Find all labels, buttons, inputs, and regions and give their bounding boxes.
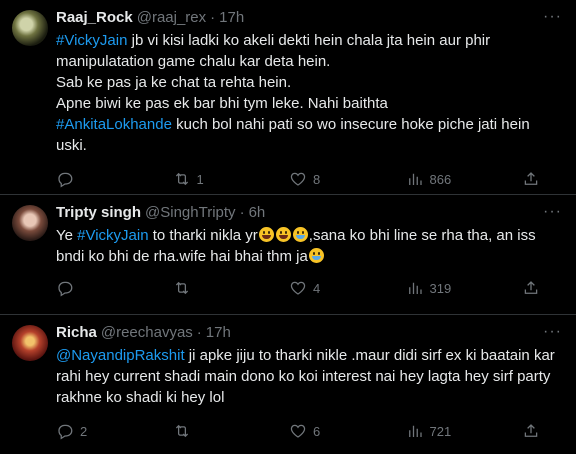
avatar[interactable]	[12, 205, 48, 241]
retweet-icon	[175, 424, 188, 438]
views-icon	[408, 425, 422, 437]
tweet-actions: 4 319	[56, 279, 542, 297]
timestamp[interactable]: 17h	[206, 323, 231, 343]
display-name[interactable]: Tripty singh	[56, 203, 141, 223]
like-count: 6	[313, 423, 321, 439]
separator-dot: ·	[210, 9, 216, 26]
like-button[interactable]: 6	[289, 422, 349, 440]
tweet-header: Richa @reechavyas · 17h	[56, 323, 564, 343]
tweet-feed: Raaj_Rock @raaj_rex · 17h #VickyJain jb …	[0, 0, 576, 454]
heart-icon	[290, 281, 306, 295]
user-handle[interactable]: @reechavyas	[101, 323, 193, 343]
hashtag-link[interactable]: #VickyJain	[77, 227, 148, 244]
reply-icon	[58, 172, 73, 188]
reply-icon	[58, 424, 73, 440]
share-icon	[524, 281, 538, 294]
hashtag-link[interactable]: #VickyJain	[56, 32, 127, 49]
tweet-line: #AnkitaLokhande kuch bol nahi pati so wo…	[56, 114, 564, 156]
retweet-button[interactable]	[173, 279, 233, 297]
reply-count: 2	[80, 423, 88, 439]
view-count: 319	[429, 280, 452, 296]
tweet-line: @NayandipRakshit ji apke jiju to tharki …	[56, 345, 564, 408]
tweet[interactable]: Richa @reechavyas · 17h @NayandipRakshit…	[0, 315, 576, 454]
share-button[interactable]	[522, 422, 542, 440]
view-count: 866	[429, 171, 452, 187]
tweet-actions: 1 8 866	[56, 170, 542, 188]
more-icon[interactable]: ···	[543, 9, 562, 25]
laughing-tears-emoji-icon	[308, 248, 324, 263]
tweet-header: Tripty singh @SinghTripty · 6h	[56, 203, 564, 223]
like-button[interactable]: 4	[289, 279, 349, 297]
tweet-content: Richa @reechavyas · 17h @NayandipRakshit…	[56, 323, 564, 454]
tweet-line: Ye #VickyJain to tharki nikla yr ,sana ko…	[56, 225, 564, 267]
tweet-text: Ye #VickyJain to tharki nikla yr ,sana ko…	[56, 225, 564, 267]
share-icon	[524, 172, 538, 185]
tweet-content: Tripty singh @SinghTripty · 6h Ye #Vicky…	[56, 203, 564, 314]
tweet-line: Apne biwi ke pas ek bar bhi tym leke. Na…	[56, 95, 388, 112]
reply-button[interactable]: 2	[56, 422, 116, 440]
retweet-icon	[175, 281, 188, 295]
separator-dot: ·	[239, 204, 245, 221]
separator-dot: ·	[196, 324, 202, 341]
timestamp[interactable]: 6h	[249, 203, 266, 223]
tweet[interactable]: Raaj_Rock @raaj_rex · 17h #VickyJain jb …	[0, 0, 576, 195]
tweet-line: #VickyJain jb vi kisi ladki ko akeli dek…	[56, 30, 564, 72]
avatar[interactable]	[12, 10, 48, 46]
retweet-button[interactable]	[173, 422, 233, 440]
views-icon	[408, 282, 422, 294]
more-icon[interactable]: ···	[543, 324, 562, 340]
hashtag-link[interactable]: #AnkitaLokhande	[56, 116, 172, 133]
mention-link[interactable]: @NayandipRakshit	[56, 347, 185, 364]
reply-icon	[58, 281, 73, 297]
reply-button[interactable]	[56, 279, 116, 297]
reply-button[interactable]	[56, 170, 116, 188]
timestamp[interactable]: 17h	[219, 8, 244, 28]
like-count: 4	[313, 280, 321, 296]
share-icon	[524, 424, 538, 437]
heart-icon	[290, 172, 306, 186]
heart-icon	[290, 424, 306, 438]
view-count: 721	[429, 423, 452, 439]
tweet-text: @NayandipRakshit ji apke jiju to tharki …	[56, 345, 564, 408]
tweet-text: #VickyJain jb vi kisi ladki ko akeli dek…	[56, 30, 564, 156]
tweet-header: Raaj_Rock @raaj_rex · 17h	[56, 8, 564, 28]
user-handle[interactable]: @raaj_rex	[137, 8, 206, 28]
like-button[interactable]: 8	[289, 170, 349, 188]
avatar[interactable]	[12, 325, 48, 361]
laughing-tears-emoji-icon	[292, 227, 308, 242]
display-name[interactable]: Raaj_Rock	[56, 8, 133, 28]
tweet-content: Raaj_Rock @raaj_rex · 17h #VickyJain jb …	[56, 8, 564, 194]
retweet-icon	[175, 172, 188, 186]
share-button[interactable]	[522, 170, 542, 188]
grinning-emoji-icon	[275, 227, 291, 242]
share-button[interactable]	[522, 279, 542, 297]
retweet-button[interactable]: 1	[173, 170, 233, 188]
views-icon	[408, 173, 422, 185]
tweet-line: Sab ke pas ja ke chat ta rehta hein.	[56, 74, 292, 91]
tweet[interactable]: Tripty singh @SinghTripty · 6h Ye #Vicky…	[0, 195, 576, 315]
display-name[interactable]: Richa	[56, 323, 97, 343]
tweet-actions: 2 6 721	[56, 422, 542, 440]
views-button[interactable]: 721	[406, 422, 466, 440]
views-button[interactable]: 866	[406, 170, 466, 188]
user-handle[interactable]: @SinghTripty	[145, 203, 236, 223]
tweet-text-segment: to tharki nikla yr	[148, 227, 258, 244]
tweet-text-segment: Ye	[56, 227, 78, 244]
more-icon[interactable]: ···	[543, 204, 562, 220]
grinning-emoji-icon	[258, 227, 274, 242]
like-count: 8	[313, 171, 321, 187]
retweet-count: 1	[196, 171, 204, 187]
views-button[interactable]: 319	[406, 279, 466, 297]
